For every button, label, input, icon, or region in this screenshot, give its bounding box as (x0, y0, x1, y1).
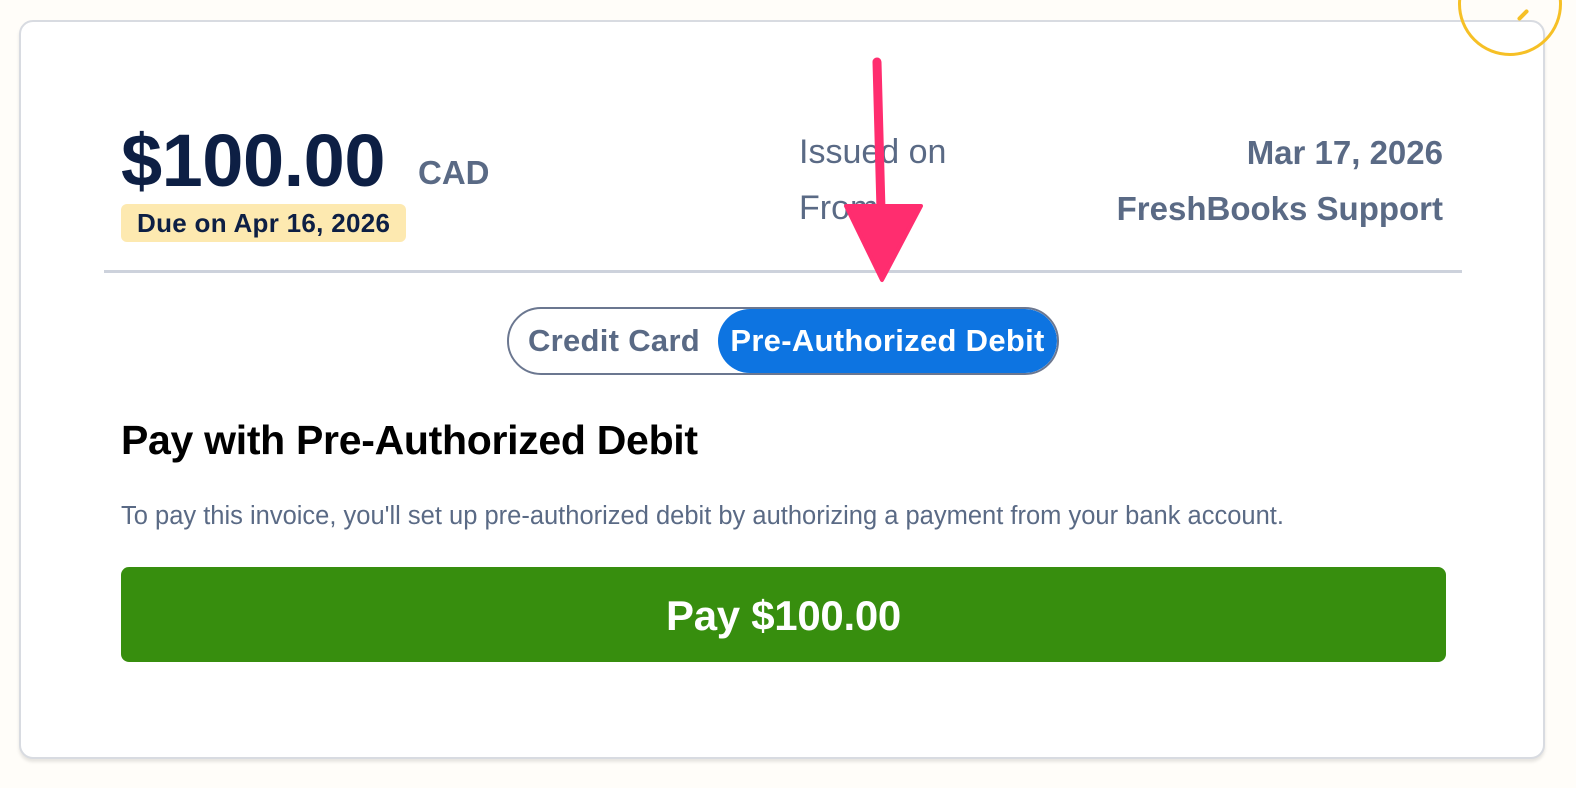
payment-section-title: Pay with Pre-Authorized Debit (121, 417, 698, 463)
pay-button[interactable]: Pay $100.00 (121, 567, 1446, 662)
payment-section-description: To pay this invoice, you'll set up pre-a… (121, 502, 1284, 530)
corner-status-badge (1458, 0, 1562, 56)
payment-method-toggle: Credit Card Pre-Authorized Debit (507, 307, 1059, 375)
header-divider (104, 270, 1462, 273)
due-date-badge: Due on Apr 16, 2026 (121, 204, 407, 242)
toggle-option-credit-card[interactable]: Credit Card (509, 309, 719, 373)
invoice-card: $100.00 CAD Due on Apr 16, 2026 Issued o… (19, 0, 1562, 759)
from-value: FreshBooks Support (1116, 190, 1443, 227)
invoice-currency: CAD (418, 154, 490, 191)
check-icon (1516, 8, 1530, 22)
toggle-option-pre-authorized-debit[interactable]: Pre-Authorized Debit (718, 309, 1057, 373)
issued-on-value: Mar 17, 2026 (1246, 134, 1443, 171)
invoice-amount: $100.00 (121, 119, 386, 202)
arrow-down-icon (844, 57, 923, 282)
